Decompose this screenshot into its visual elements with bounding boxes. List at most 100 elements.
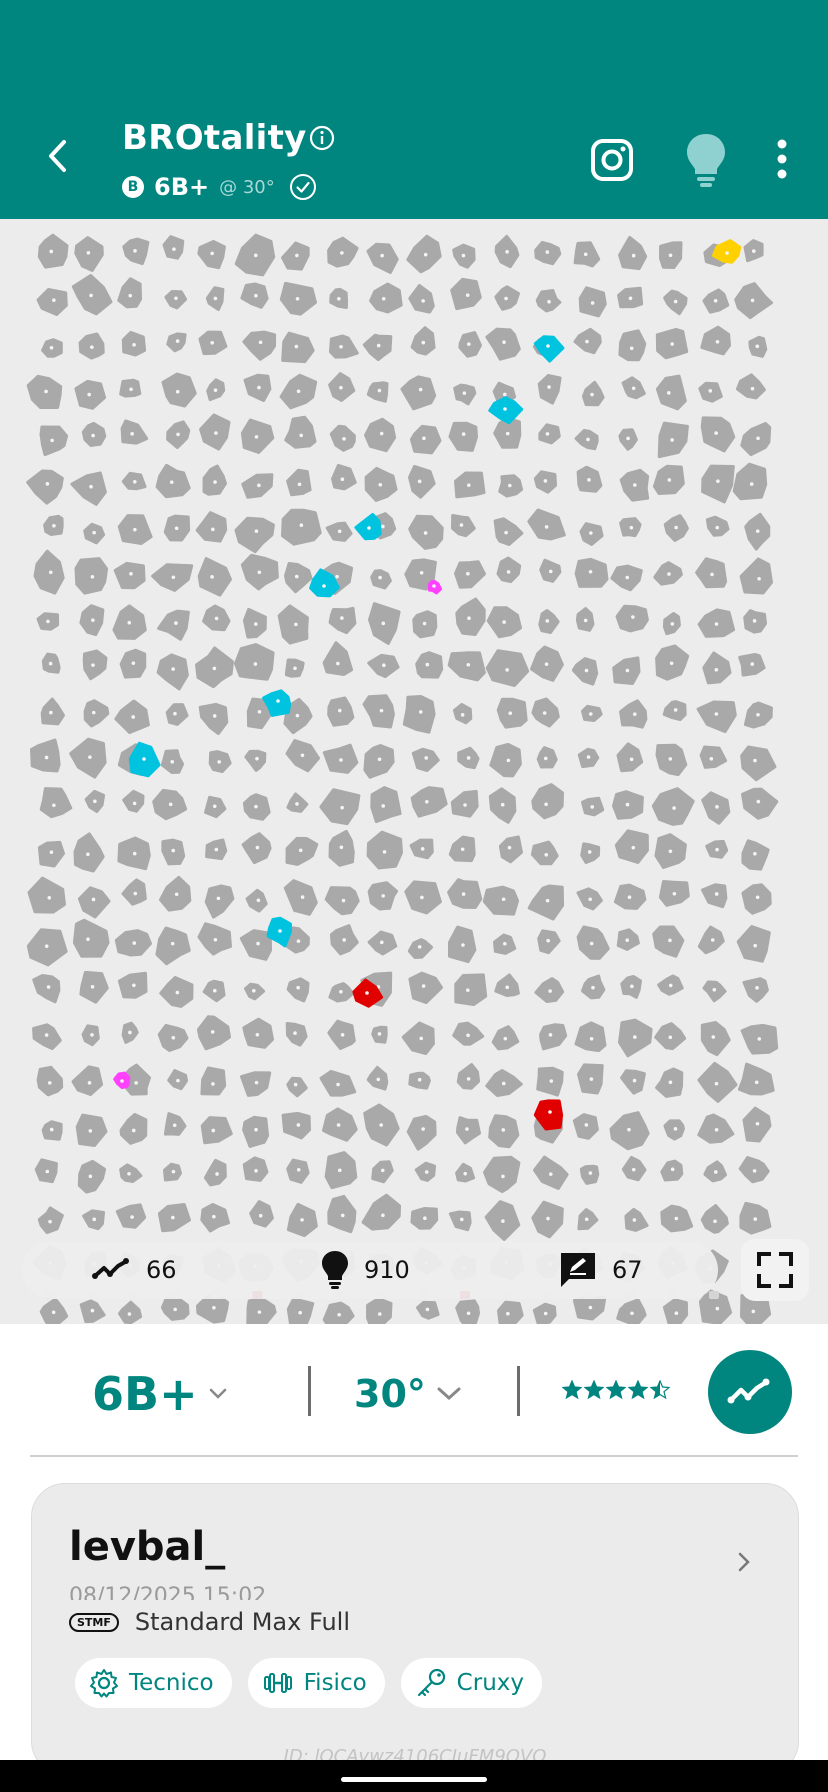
hold[interactable] [618,329,647,362]
hold[interactable] [448,421,478,452]
hold[interactable] [410,786,448,818]
hold[interactable] [456,1063,481,1090]
hold[interactable] [331,463,357,491]
hold[interactable] [363,744,395,779]
info-icon[interactable] [309,125,335,151]
hold[interactable] [37,840,65,868]
hold[interactable] [246,1297,277,1324]
hold[interactable] [77,886,111,919]
hold[interactable] [366,242,399,274]
grade-selector[interactable]: 6B+ [92,1364,228,1424]
hold[interactable] [117,277,142,309]
hold[interactable] [198,702,229,735]
hold[interactable] [740,745,777,782]
hold[interactable] [234,643,275,681]
star-icon[interactable] [584,1380,604,1400]
hold[interactable] [322,641,354,676]
hold[interactable] [737,1062,775,1096]
hold[interactable] [32,974,61,1004]
hold[interactable] [494,973,520,997]
hold[interactable] [242,1115,270,1148]
hold[interactable] [700,325,731,356]
hold[interactable] [197,557,232,597]
star-icon[interactable] [562,1380,582,1400]
hold[interactable] [283,879,318,916]
hold[interactable] [579,1164,600,1185]
hold[interactable] [162,235,185,260]
hold[interactable] [36,288,68,316]
hand-hold[interactable] [533,335,565,363]
hold[interactable] [37,233,69,269]
hold[interactable] [249,1200,274,1228]
hold[interactable] [157,609,190,641]
hold[interactable] [27,876,66,914]
hold[interactable] [155,926,191,966]
hold[interactable] [200,1116,233,1145]
hold[interactable] [39,787,73,819]
hold[interactable] [489,742,522,778]
hold[interactable] [400,375,437,411]
hold[interactable] [485,327,521,361]
hold[interactable] [616,742,644,773]
hold[interactable] [408,971,443,1005]
instagram-icon[interactable] [590,138,634,182]
hold[interactable] [493,517,524,546]
rating-stars[interactable] [562,1380,672,1400]
hold[interactable] [700,1021,731,1057]
hold[interactable] [155,463,191,499]
hold[interactable] [40,697,65,726]
lightbulb-icon[interactable] [682,132,730,188]
hold[interactable] [527,884,565,921]
hold[interactable] [165,703,189,726]
chevron-right-icon[interactable] [736,1550,752,1574]
hold[interactable] [281,1111,311,1140]
hold[interactable] [239,929,272,961]
hold[interactable] [195,511,228,543]
hold[interactable] [652,925,685,958]
hold[interactable] [83,699,110,728]
hold[interactable] [736,925,771,963]
hold[interactable] [531,783,564,820]
hold[interactable] [455,597,486,636]
hold[interactable] [742,977,769,1003]
hold[interactable] [370,569,392,590]
hold[interactable] [401,1021,435,1055]
hold[interactable] [234,516,275,554]
hold[interactable] [620,1069,646,1095]
hold[interactable] [618,235,648,271]
hold[interactable] [73,832,105,873]
star-icon[interactable] [606,1380,626,1400]
hold[interactable] [415,651,444,679]
hold[interactable] [369,282,403,314]
hold[interactable] [527,508,566,541]
hold[interactable] [411,747,440,772]
hold[interactable] [328,606,357,635]
hold[interactable] [537,374,562,405]
hold[interactable] [277,604,309,645]
hold[interactable] [281,508,322,546]
hold[interactable] [71,1065,104,1096]
hold[interactable] [362,333,393,362]
hold[interactable] [701,464,735,504]
hold[interactable] [482,885,520,916]
hold[interactable] [702,651,732,685]
hold[interactable] [530,840,559,866]
hold[interactable] [121,878,147,906]
hold[interactable] [366,381,389,403]
angle-selector[interactable]: 30° [354,1364,462,1424]
hold[interactable] [483,1155,521,1194]
hold[interactable] [202,464,227,496]
hold[interactable] [286,977,310,1003]
hold[interactable] [740,422,772,457]
more-vertical-icon[interactable] [770,136,794,184]
hold[interactable] [536,746,558,769]
log-ascent-button[interactable] [708,1350,792,1434]
hold[interactable] [695,557,728,589]
hold[interactable] [451,514,476,538]
home-handle[interactable] [341,1777,487,1782]
hold[interactable] [26,469,64,505]
hold[interactable] [496,697,528,729]
hold[interactable] [735,373,766,400]
hold[interactable] [285,1022,308,1047]
hold[interactable] [203,1158,227,1187]
